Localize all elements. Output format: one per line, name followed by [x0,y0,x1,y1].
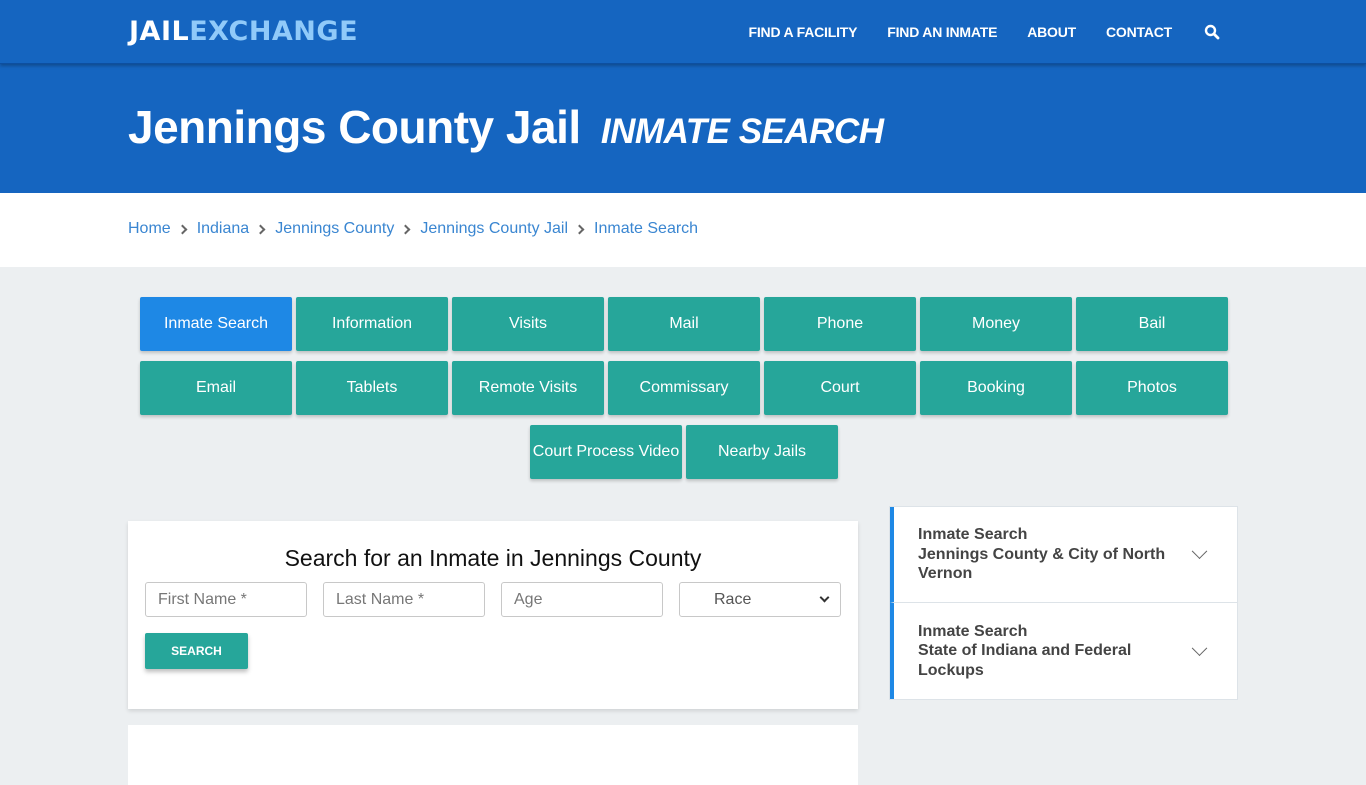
nav-about[interactable]: ABOUT [1027,24,1076,40]
tab-booking[interactable]: Booking [920,361,1072,415]
tab-row: Inmate Search Information Visits Mail Ph… [139,297,1229,351]
breadcrumb: Home Indiana Jennings County Jennings Co… [128,220,698,238]
tab-row: Email Tablets Remote Visits Commissary C… [139,361,1229,415]
site-logo[interactable]: JAILEXCHANGE [129,16,358,47]
race-select[interactable]: Race [679,582,841,617]
search-fields: First Name * Last Name * Age Race [145,582,841,617]
tab-money[interactable]: Money [920,297,1072,351]
chevron-down-icon [1191,640,1208,656]
nav-find-an-inmate[interactable]: FIND AN INMATE [887,24,997,40]
tab-tablets[interactable]: Tablets [296,361,448,415]
chevron-right-icon [574,224,585,234]
chevron-right-icon [255,224,266,234]
tab-email[interactable]: Email [140,361,292,415]
tab-mail[interactable]: Mail [608,297,760,351]
tab-visits[interactable]: Visits [452,297,604,351]
accordion-item-subtitle: Jennings County & City of North Vernon [918,545,1166,583]
tab-remote-visits[interactable]: Remote Visits [452,361,604,415]
breadcrumb-bar: Home Indiana Jennings County Jennings Co… [0,193,1366,267]
accordion-item-state-search[interactable]: Inmate Search State of Indiana and Feder… [890,601,1237,699]
first-name-input[interactable]: First Name * [145,582,307,617]
logo-jail: JAIL [129,16,190,47]
search-icon[interactable] [1204,24,1220,40]
race-select-value: Race [714,590,752,608]
chevron-down-icon [819,592,830,603]
content-card [128,725,858,785]
chevron-down-icon [1191,543,1208,560]
breadcrumb-home[interactable]: Home [128,220,171,238]
tab-phone[interactable]: Phone [764,297,916,351]
accordion-item-subtitle: State of Indiana and Federal Lockups [918,642,1132,679]
top-navbar: JAILEXCHANGE FIND A FACILITY FIND AN INM… [0,0,1366,64]
accordion-item-title: Inmate Search [918,622,1028,640]
age-input[interactable]: Age [501,582,663,617]
accordion-item-county-search[interactable]: Inmate Search Jennings County & City of … [890,507,1237,602]
accordion-item-title: Inmate Search [918,526,1028,543]
tab-commissary[interactable]: Commissary [608,361,760,415]
page-title: Jennings County Jail INMATE SEARCH [128,100,884,154]
breadcrumb-county[interactable]: Jennings County [275,220,394,238]
chevron-right-icon [177,224,188,234]
tab-court-process-video[interactable]: Court Process Video [530,425,682,479]
page-title-main: Jennings County Jail [128,101,581,153]
breadcrumb-inmate-search[interactable]: Inmate Search [594,220,698,238]
tab-information[interactable]: Information [296,297,448,351]
facility-tabs: Inmate Search Information Visits Mail Ph… [139,297,1229,489]
tab-photos[interactable]: Photos [1076,361,1228,415]
tab-nearby-jails[interactable]: Nearby Jails [686,425,838,479]
tab-bail[interactable]: Bail [1076,297,1228,351]
chevron-right-icon [400,224,411,234]
breadcrumb-indiana[interactable]: Indiana [197,220,250,238]
inmate-search-card: Search for an Inmate in Jennings County … [128,521,858,709]
breadcrumb-jail[interactable]: Jennings County Jail [420,220,568,238]
main-nav: FIND A FACILITY FIND AN INMATE ABOUT CON… [719,0,1220,64]
logo-exchange: EXCHANGE [189,16,359,47]
search-form-title: Search for an Inmate in Jennings County [284,545,702,571]
page-title-sub: INMATE SEARCH [600,112,884,151]
search-button[interactable]: SEARCH [145,633,248,669]
nav-contact[interactable]: CONTACT [1106,24,1172,40]
tab-inmate-search[interactable]: Inmate Search [140,297,292,351]
sidebar-accordion: Inmate Search Jennings County & City of … [889,506,1238,700]
nav-find-a-facility[interactable]: FIND A FACILITY [749,24,858,40]
tab-court[interactable]: Court [764,361,916,415]
last-name-input[interactable]: Last Name * [323,582,485,617]
tab-row: Court Process Video Nearby Jails [139,425,1229,479]
page-hero: Jennings County Jail INMATE SEARCH [0,64,1366,193]
